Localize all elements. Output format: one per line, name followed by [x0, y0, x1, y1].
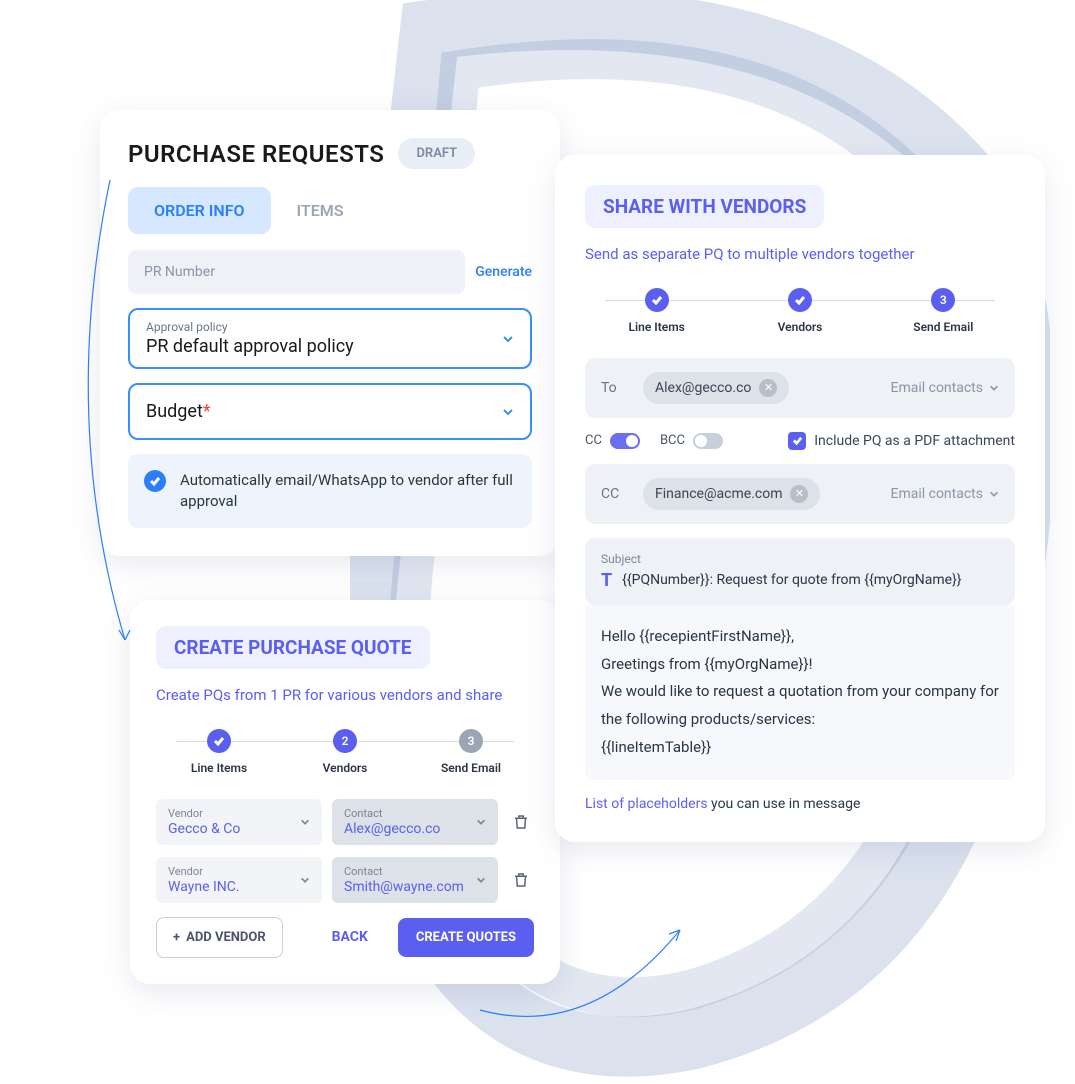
vendor-row: Vendor Wayne INC. Contact Smith@wayne.co…	[156, 857, 534, 903]
step-active-icon: 3	[931, 288, 955, 312]
placeholders-hint: List of placeholders you can use in mess…	[585, 796, 1015, 812]
subject-label: Subject	[601, 552, 999, 566]
email-contacts-dropdown[interactable]: Email contacts	[890, 380, 999, 396]
create-quotes-button[interactable]: CREATE QUOTES	[398, 918, 534, 957]
auto-email-text: Automatically email/WhatsApp to vendor a…	[180, 470, 516, 512]
to-chip[interactable]: Alex@gecco.co ✕	[643, 372, 789, 404]
vendor-select[interactable]: Vendor Gecco & Co	[156, 799, 322, 845]
check-icon	[144, 470, 166, 492]
approval-policy-label: Approval policy	[146, 320, 354, 334]
share-stepper: Line Items Vendors 3 Send Email	[585, 288, 1015, 334]
delete-row-button[interactable]	[508, 867, 534, 893]
include-pdf-checkbox[interactable]: Include PQ as a PDF attachment	[788, 432, 1015, 450]
share-with-vendors-card: SHARE WITH VENDORS Send as separate PQ t…	[555, 155, 1045, 842]
chevron-down-icon	[476, 875, 486, 885]
cpq-actions: +ADD VENDOR BACK CREATE QUOTES	[156, 917, 534, 958]
cpq-subtitle: Create PQs from 1 PR for various vendors…	[156, 685, 534, 707]
step-line-items[interactable]: Line Items	[585, 288, 728, 334]
step-vendors[interactable]: Vendors	[728, 288, 871, 334]
trash-icon	[512, 871, 530, 889]
cc-label: CC	[585, 433, 602, 448]
contact-select[interactable]: Contact Smith@wayne.com	[332, 857, 498, 903]
status-badge: DRAFT	[398, 138, 475, 169]
cc-field[interactable]: CC Finance@acme.com ✕ Email contacts	[585, 464, 1015, 524]
add-vendor-button[interactable]: +ADD VENDOR	[156, 917, 283, 958]
budget-label: Budget*	[146, 401, 211, 422]
approval-policy-value: PR default approval policy	[146, 336, 354, 357]
delete-row-button[interactable]	[508, 809, 534, 835]
chevron-down-icon	[989, 383, 999, 393]
step-vendors[interactable]: 2 Vendors	[282, 729, 408, 775]
chevron-down-icon	[476, 817, 486, 827]
chevron-down-icon	[300, 817, 310, 827]
tab-order-info[interactable]: ORDER INFO	[128, 187, 271, 234]
cc-chip[interactable]: Finance@acme.com ✕	[643, 478, 820, 510]
step-send-email[interactable]: 3 Send Email	[408, 729, 534, 775]
tabs: ORDER INFO ITEMS	[128, 187, 532, 234]
to-label: To	[601, 380, 631, 396]
create-purchase-quote-card: CREATE PURCHASE QUOTE Create PQs from 1 …	[130, 600, 560, 984]
tab-items[interactable]: ITEMS	[271, 187, 370, 234]
checkbox-checked-icon	[788, 432, 806, 450]
remove-chip-icon[interactable]: ✕	[790, 485, 808, 503]
remove-chip-icon[interactable]: ✕	[759, 379, 777, 397]
step-pending-icon: 3	[459, 729, 483, 753]
bcc-toggle[interactable]	[693, 433, 723, 449]
step-active-icon: 2	[333, 729, 357, 753]
text-icon: T	[601, 570, 612, 591]
bcc-label: BCC	[660, 433, 685, 448]
pr-number-input[interactable]	[128, 250, 465, 294]
cc-field-label: CC	[601, 486, 631, 502]
cc-bcc-row: CC BCC Include PQ as a PDF attachment	[585, 432, 1015, 450]
chevron-down-icon	[502, 406, 514, 418]
contact-select[interactable]: Contact Alex@gecco.co	[332, 799, 498, 845]
subject-value: {{PQNumber}}: Request for quote from {{m…	[622, 572, 961, 588]
vendor-select[interactable]: Vendor Wayne INC.	[156, 857, 322, 903]
purchase-requests-card: PURCHASE REQUESTS DRAFT ORDER INFO ITEMS…	[100, 110, 560, 556]
cpq-stepper: Line Items 2 Vendors 3 Send Email	[156, 729, 534, 775]
back-button[interactable]: BACK	[314, 917, 386, 957]
step-done-icon	[207, 729, 231, 753]
share-title: SHARE WITH VENDORS	[585, 185, 824, 228]
pr-number-row: Generate	[128, 250, 532, 294]
generate-link[interactable]: Generate	[475, 264, 532, 280]
email-contacts-dropdown[interactable]: Email contacts	[890, 486, 999, 502]
step-done-icon	[645, 288, 669, 312]
trash-icon	[512, 813, 530, 831]
subject-field[interactable]: Subject T {{PQNumber}}: Request for quot…	[585, 538, 1015, 605]
page-title: PURCHASE REQUESTS	[128, 140, 384, 168]
pr-header: PURCHASE REQUESTS DRAFT	[128, 138, 532, 169]
plus-icon: +	[173, 930, 180, 945]
step-send-email[interactable]: 3 Send Email	[872, 288, 1015, 334]
step-line-items[interactable]: Line Items	[156, 729, 282, 775]
vendor-row: Vendor Gecco & Co Contact Alex@gecco.co	[156, 799, 534, 845]
to-field[interactable]: To Alex@gecco.co ✕ Email contacts	[585, 358, 1015, 418]
budget-select[interactable]: Budget*	[128, 383, 532, 440]
cc-toggle[interactable]	[610, 433, 640, 449]
chevron-down-icon	[989, 489, 999, 499]
cpq-title: CREATE PURCHASE QUOTE	[156, 626, 430, 669]
placeholders-link[interactable]: List of placeholders	[585, 796, 708, 812]
share-subtitle: Send as separate PQ to multiple vendors …	[585, 244, 1015, 266]
chevron-down-icon	[502, 333, 514, 345]
auto-email-option[interactable]: Automatically email/WhatsApp to vendor a…	[128, 454, 532, 528]
email-body-editor[interactable]: Hello {{recepientFirstName}}, Greetings …	[585, 605, 1015, 780]
step-done-icon	[788, 288, 812, 312]
approval-policy-select[interactable]: Approval policy PR default approval poli…	[128, 308, 532, 369]
chevron-down-icon	[300, 875, 310, 885]
